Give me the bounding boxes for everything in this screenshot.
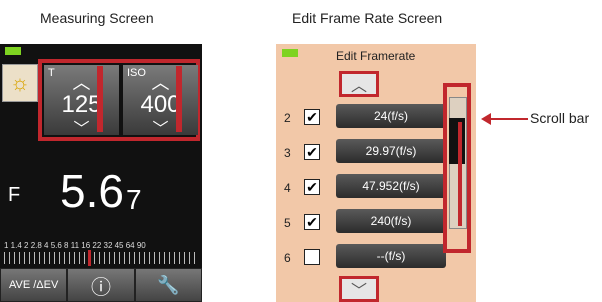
t-control[interactable]: T ︿ 125 ﹀	[44, 65, 119, 138]
ave-button[interactable]: AVE /ΔEV	[0, 268, 68, 302]
row-number: 4	[284, 181, 291, 195]
row-number: 5	[284, 216, 291, 230]
row-checkbox[interactable]: ✔	[304, 144, 320, 160]
row-number: 3	[284, 146, 291, 160]
list-item[interactable]: 2 ✔ 24(f/s)	[284, 104, 464, 132]
sun-mode-button[interactable]: ☼	[2, 64, 38, 102]
row-value[interactable]: 47.952(f/s)	[336, 174, 446, 198]
scroll-bar-label: Scroll bar	[530, 110, 590, 126]
list-item[interactable]: 5 ✔ 240(f/s)	[284, 209, 464, 237]
iso-arrow	[176, 66, 182, 132]
scroll-down-button[interactable]: ﹀	[339, 276, 379, 302]
aperture-scale: 1 1.4 2 2.8 4 5.6 8 11 16 22 32 45 64 90	[4, 241, 146, 250]
scroll-up-button[interactable]: ︿	[339, 71, 379, 97]
row-number: 6	[284, 251, 291, 265]
info-button[interactable]: ⓘ	[67, 268, 135, 302]
f-value: 5.6	[60, 165, 124, 217]
f-label: F	[8, 184, 21, 206]
battery-icon	[5, 47, 21, 55]
row-value[interactable]: --(f/s)	[336, 244, 446, 268]
scroll-direction-arrow	[458, 122, 462, 226]
iso-down-icon[interactable]: ﹀	[123, 115, 198, 139]
caption-measuring: Measuring Screen	[40, 10, 154, 26]
caption-edit: Edit Frame Rate Screen	[292, 10, 443, 26]
row-checkbox[interactable]: ✔	[304, 214, 320, 230]
list-item[interactable]: 6 --(f/s)	[284, 244, 464, 272]
row-checkbox[interactable]: ✔	[304, 179, 320, 195]
iso-control[interactable]: ISO ︿ 400 ﹀	[123, 65, 198, 138]
bottom-bar: AVE /ΔEV ⓘ 🔧	[0, 268, 202, 302]
row-value[interactable]: 240(f/s)	[336, 209, 446, 233]
t-arrow	[97, 66, 103, 132]
row-value[interactable]: 24(f/s)	[336, 104, 446, 128]
list-item[interactable]: 4 ✔ 47.952(f/s)	[284, 174, 464, 202]
scroll-bar-highlight	[443, 83, 471, 253]
wrench-button[interactable]: 🔧	[134, 268, 202, 302]
scale-needle	[88, 250, 91, 266]
scale-ticks	[4, 252, 198, 264]
scroll-bar-pointer-line	[486, 118, 528, 120]
edit-title: Edit Framerate	[336, 49, 416, 63]
f-sub-value: 7	[126, 184, 142, 215]
row-value[interactable]: 29.97(f/s)	[336, 139, 446, 163]
battery-icon	[282, 49, 298, 57]
row-number: 2	[284, 111, 291, 125]
row-checkbox[interactable]	[304, 249, 320, 265]
list-item[interactable]: 3 ✔ 29.97(f/s)	[284, 139, 464, 167]
row-checkbox[interactable]: ✔	[304, 109, 320, 125]
t-down-icon[interactable]: ﹀	[44, 115, 119, 139]
measuring-screen: ☼ T ︿ 125 ﹀ ISO ︿ 400 ﹀ F 5.6 7 1 1.4 2 …	[0, 44, 202, 302]
